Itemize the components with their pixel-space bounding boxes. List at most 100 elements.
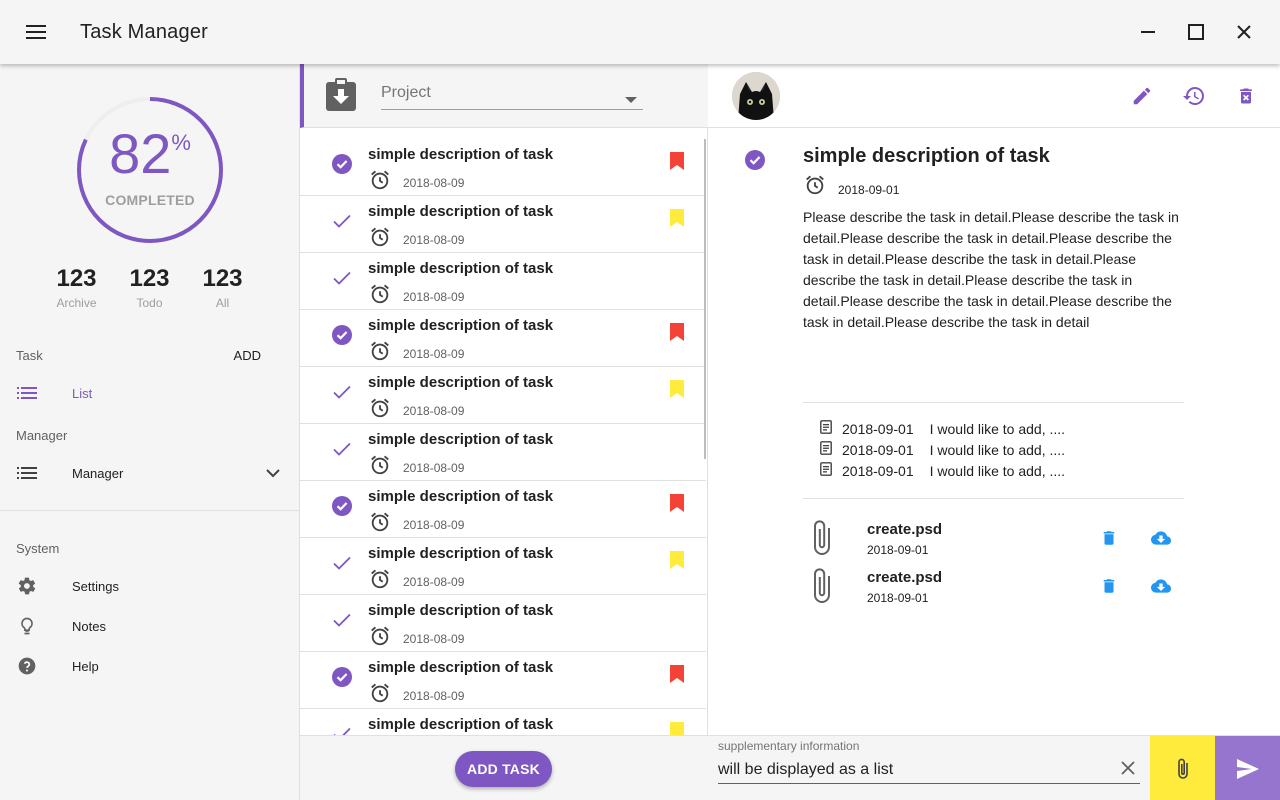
attach-file-button[interactable] bbox=[1150, 736, 1215, 800]
close-icon bbox=[1237, 25, 1251, 39]
bookmark-red-icon[interactable] bbox=[670, 494, 684, 517]
task-date: 2018-08-09 bbox=[403, 233, 465, 247]
bookmark-red-icon[interactable] bbox=[670, 665, 684, 688]
sidebar-item-settings[interactable]: Settings bbox=[0, 566, 300, 606]
check-icon[interactable] bbox=[331, 381, 353, 403]
sidebar-divider bbox=[0, 510, 300, 511]
task-row[interactable]: simple description of task2018-08-09 bbox=[300, 481, 706, 538]
task-date: 2018-08-09 bbox=[403, 404, 465, 418]
bookmark-red-icon[interactable] bbox=[670, 152, 684, 175]
bookmark-yellow-icon[interactable] bbox=[670, 209, 684, 232]
task-row[interactable]: simple description of task 2018-08-09 bbox=[300, 253, 706, 310]
sidebar-item-notes[interactable]: Notes bbox=[0, 606, 300, 646]
sidebar-item-manager[interactable]: Manager bbox=[0, 453, 300, 493]
stat-all[interactable]: 123 All bbox=[186, 264, 259, 310]
task-row[interactable]: simple description of task2018-08-09 bbox=[300, 709, 706, 735]
edit-button[interactable] bbox=[1116, 80, 1168, 112]
alarm-clock-icon bbox=[369, 511, 391, 538]
task-title: simple description of task bbox=[368, 659, 554, 676]
close-button[interactable] bbox=[1220, 12, 1268, 52]
sidebar-item-label: Settings bbox=[72, 578, 119, 594]
check-icon[interactable] bbox=[331, 609, 353, 631]
sidebar: 82% COMPLETED 123 Archive 123 Todo 123 A… bbox=[0, 64, 300, 800]
task-detail-date: 2018-09-01 bbox=[838, 183, 900, 197]
close-icon bbox=[1121, 761, 1135, 775]
task-row[interactable]: simple description of task 2018-08-09 bbox=[300, 367, 706, 424]
task-row[interactable]: simple description of task2018-08-09 bbox=[300, 652, 706, 709]
bookmark-red-icon[interactable] bbox=[670, 323, 684, 346]
sidebar-item-help[interactable]: Help bbox=[0, 646, 300, 686]
list-icon bbox=[0, 466, 56, 480]
send-button[interactable] bbox=[1215, 736, 1280, 800]
attachment-name[interactable]: create.psd bbox=[867, 521, 942, 538]
history-button[interactable] bbox=[1168, 80, 1220, 112]
task-actions bbox=[1116, 80, 1272, 112]
add-task-link[interactable]: ADD bbox=[234, 348, 261, 363]
bookmark-yellow-icon[interactable] bbox=[670, 551, 684, 574]
task-detail-panel: simple description of task 2018-09-01 Pl… bbox=[708, 64, 1280, 800]
supplementary-input[interactable] bbox=[718, 756, 1140, 784]
task-title: simple description of task bbox=[368, 260, 554, 277]
task-date: 2018-08-09 bbox=[403, 290, 465, 304]
check-icon[interactable] bbox=[331, 267, 353, 289]
maximize-button[interactable] bbox=[1172, 12, 1220, 52]
gear-icon bbox=[0, 576, 56, 596]
task-date: 2018-08-09 bbox=[403, 461, 465, 475]
project-select[interactable]: Project bbox=[381, 80, 643, 110]
task-list-scrollbar[interactable] bbox=[704, 139, 706, 459]
task-detail-header bbox=[708, 64, 1280, 128]
stat-archive[interactable]: 123 Archive bbox=[40, 264, 113, 310]
stat-todo[interactable]: 123 Todo bbox=[113, 264, 186, 310]
history-icon bbox=[1183, 87, 1204, 105]
delete-attachment-button[interactable] bbox=[1100, 576, 1118, 601]
check-icon[interactable] bbox=[331, 552, 353, 574]
task-title: simple description of task bbox=[368, 146, 554, 163]
notes-divider bbox=[803, 402, 1184, 403]
note-text: I would like to add, .... bbox=[929, 462, 1066, 479]
check-circle-icon[interactable] bbox=[331, 324, 353, 346]
alarm-clock-icon bbox=[804, 174, 826, 201]
task-row[interactable]: simple description of task 2018-08-09 bbox=[300, 595, 706, 652]
sidebar-item-label: List bbox=[72, 385, 93, 401]
supplementary-input-bar: supplementary information bbox=[708, 735, 1280, 800]
trash-icon bbox=[1100, 531, 1118, 552]
task-title: simple description of task bbox=[368, 602, 554, 619]
download-attachment-button[interactable] bbox=[1148, 576, 1174, 601]
check-circle-icon[interactable] bbox=[331, 153, 353, 175]
chevron-down-icon[interactable] bbox=[266, 465, 280, 483]
task-row[interactable]: simple description of task 2018-08-09 bbox=[300, 196, 706, 253]
check-icon[interactable] bbox=[331, 723, 353, 735]
task-row[interactable]: simple description of task2018-08-09 bbox=[300, 424, 706, 481]
check-circle-icon[interactable] bbox=[331, 666, 353, 688]
sidebar-item-list[interactable]: List bbox=[0, 373, 300, 413]
download-attachment-button[interactable] bbox=[1148, 528, 1174, 553]
task-complete-checkbox[interactable] bbox=[744, 149, 766, 176]
progress-label: COMPLETED bbox=[105, 192, 195, 208]
avatar[interactable] bbox=[732, 72, 780, 120]
clear-input-button[interactable] bbox=[1118, 756, 1138, 785]
check-circle-icon[interactable] bbox=[331, 495, 353, 517]
check-icon[interactable] bbox=[331, 438, 353, 460]
task-date: 2018-08-09 bbox=[403, 632, 465, 646]
section-manager-header: Manager bbox=[16, 428, 68, 443]
trash-icon bbox=[1100, 579, 1118, 600]
menu-button[interactable] bbox=[0, 0, 72, 64]
note-date: 2018-09-01 bbox=[842, 420, 914, 437]
add-task-button[interactable]: ADD TASK bbox=[455, 751, 552, 787]
paperclip-icon bbox=[808, 518, 836, 563]
task-title: simple description of task bbox=[368, 374, 554, 391]
task-row[interactable]: simple description of task2018-08-09 bbox=[300, 139, 706, 196]
task-row[interactable]: simple description of task2018-08-09 bbox=[300, 538, 706, 595]
bookmark-yellow-icon[interactable] bbox=[670, 722, 684, 735]
sidebar-item-label: Manager bbox=[72, 465, 124, 481]
attachment-name[interactable]: create.psd bbox=[867, 569, 942, 586]
paperclip-icon bbox=[1177, 758, 1188, 779]
minimize-button[interactable] bbox=[1124, 12, 1172, 52]
task-row[interactable]: simple description of task2018-08-09 bbox=[300, 310, 706, 367]
task-list: simple description of task 2018-08-09 simp… bbox=[300, 139, 706, 735]
check-icon[interactable] bbox=[331, 210, 353, 232]
bookmark-yellow-icon[interactable] bbox=[670, 380, 684, 403]
task-title: simple description of task bbox=[368, 203, 554, 220]
delete-attachment-button[interactable] bbox=[1100, 528, 1118, 553]
delete-task-button[interactable] bbox=[1220, 80, 1272, 112]
